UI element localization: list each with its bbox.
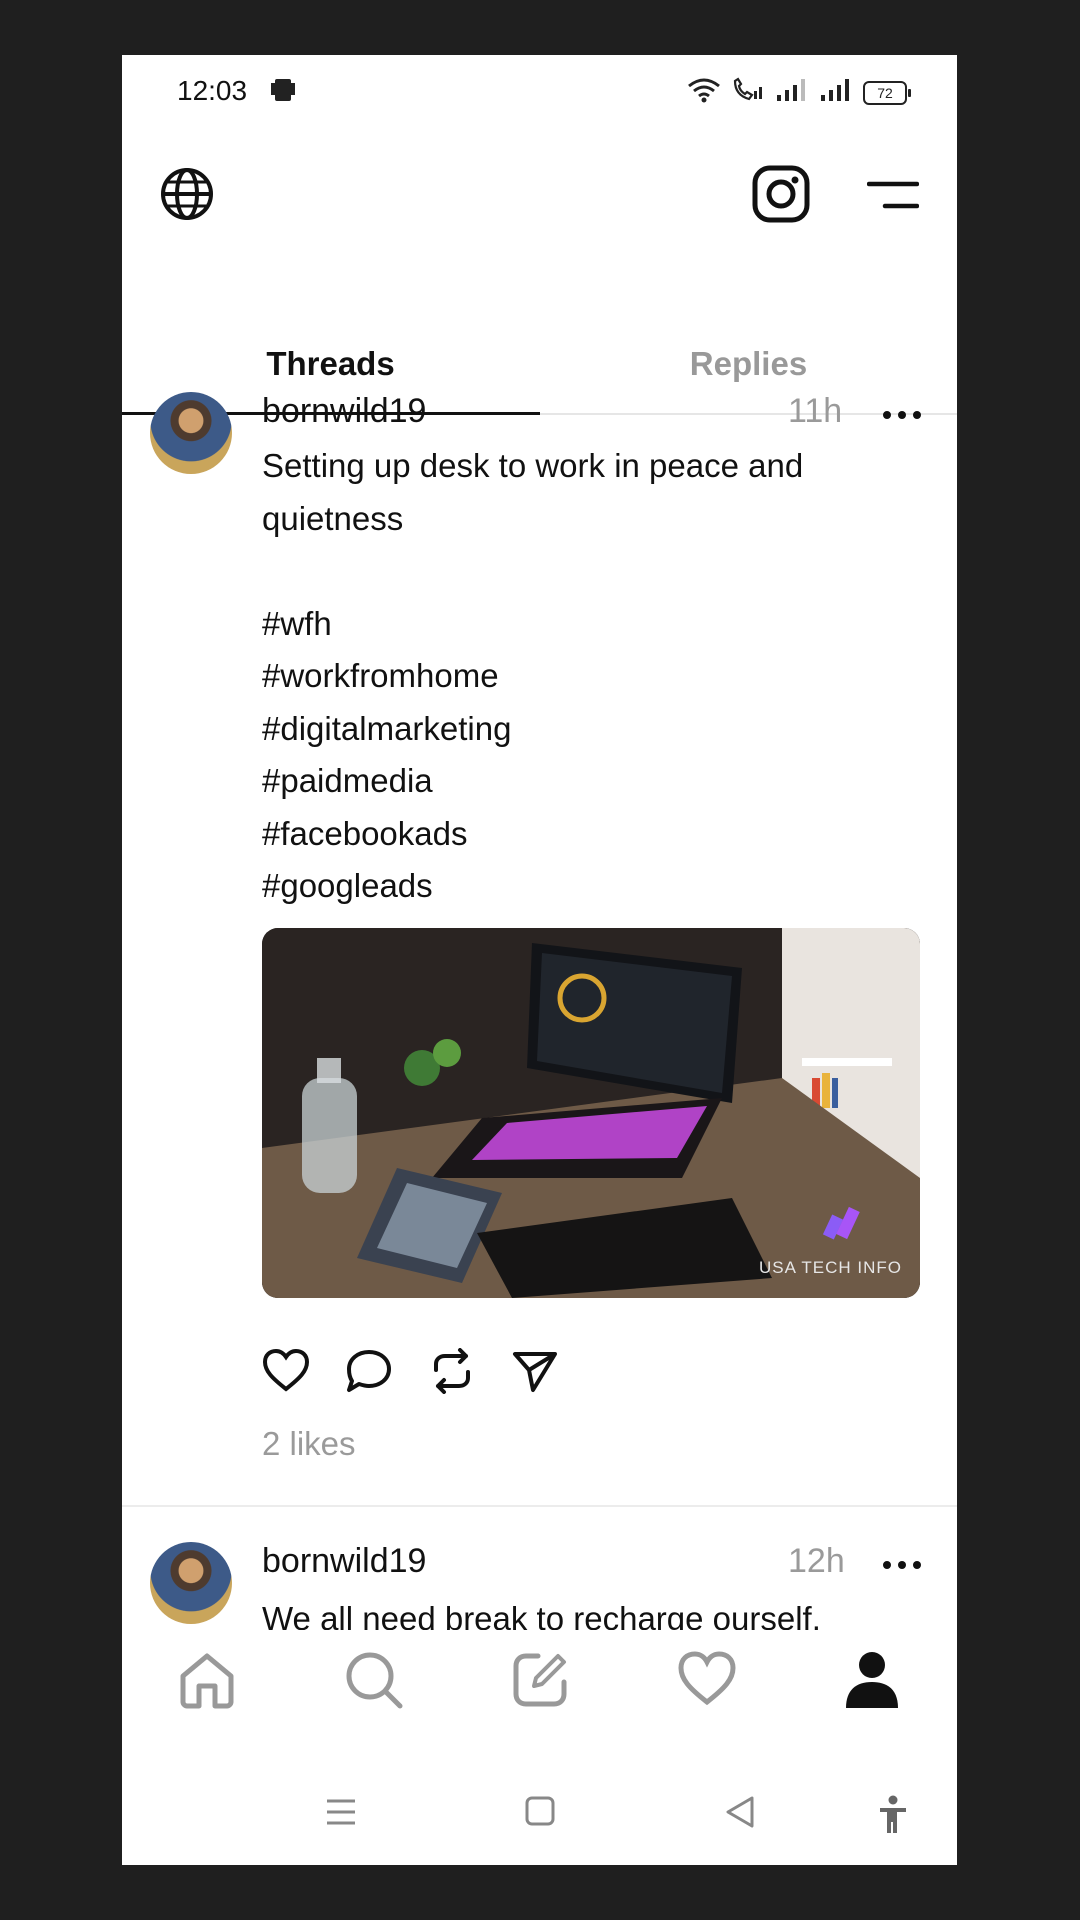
post-username[interactable]: bornwild19 (262, 1542, 426, 1581)
bottom-nav (122, 1630, 957, 1735)
phone-screen: 12:03 72 Threads Replies bornwild19 11h … (122, 55, 957, 1865)
hashtag[interactable]: #googleads (262, 860, 912, 913)
signal-icon-2 (819, 77, 853, 108)
post-time: 12h (788, 1542, 845, 1580)
hashtag[interactable]: #digitalmarketing (262, 703, 912, 756)
instagram-icon[interactable] (752, 165, 810, 228)
more-options-icon[interactable] (882, 1557, 922, 1575)
avatar[interactable] (150, 392, 232, 474)
signal-icon (775, 77, 809, 108)
hashtag[interactable]: #workfromhome (262, 650, 912, 703)
comment-icon[interactable] (345, 1348, 393, 1399)
menu-icon[interactable] (866, 180, 920, 215)
wifi-icon (687, 77, 721, 108)
post-text: Setting up desk to work in peace and qui… (262, 447, 804, 537)
image-watermark: USA TECH INFO (758, 1258, 902, 1277)
heart-icon[interactable] (677, 1650, 737, 1711)
profile-icon[interactable] (844, 1650, 900, 1715)
wifi-call-icon (731, 77, 765, 108)
system-nav-bar (122, 1765, 957, 1865)
avatar[interactable] (150, 1542, 232, 1624)
status-bar: 12:03 72 (122, 55, 957, 127)
status-time: 12:03 (177, 75, 248, 106)
post-actions (262, 1348, 559, 1399)
post-divider (122, 1505, 957, 1507)
home-button-icon[interactable] (524, 1795, 556, 1832)
device-icon (270, 77, 296, 110)
home-icon[interactable] (177, 1650, 237, 1715)
compose-icon[interactable] (510, 1650, 570, 1715)
desk-photo (262, 928, 920, 1298)
post-time: 11h (788, 392, 843, 430)
recents-icon[interactable] (324, 1795, 358, 1834)
post-image[interactable]: USA TECH INFO (262, 928, 920, 1298)
repost-icon[interactable] (428, 1348, 476, 1399)
hashtag[interactable]: #facebookads (262, 808, 912, 861)
hashtag[interactable]: #paidmedia (262, 755, 912, 808)
post-username[interactable]: bornwild19 (262, 392, 426, 431)
likes-count[interactable]: 2 likes (262, 1425, 356, 1463)
status-icons: 72 (687, 77, 911, 108)
globe-icon[interactable] (160, 167, 214, 226)
accessibility-icon[interactable] (877, 1795, 909, 1840)
search-icon[interactable] (344, 1650, 404, 1715)
like-icon[interactable] (262, 1348, 310, 1399)
share-icon[interactable] (511, 1348, 559, 1399)
back-icon[interactable] (724, 1795, 756, 1834)
hashtag[interactable]: #wfh (262, 598, 912, 651)
battery-icon: 72 (863, 80, 911, 105)
tab-replies[interactable]: Replies (540, 315, 957, 413)
more-options-icon[interactable] (882, 407, 922, 425)
post-body: Setting up desk to work in peace and qui… (262, 440, 912, 913)
